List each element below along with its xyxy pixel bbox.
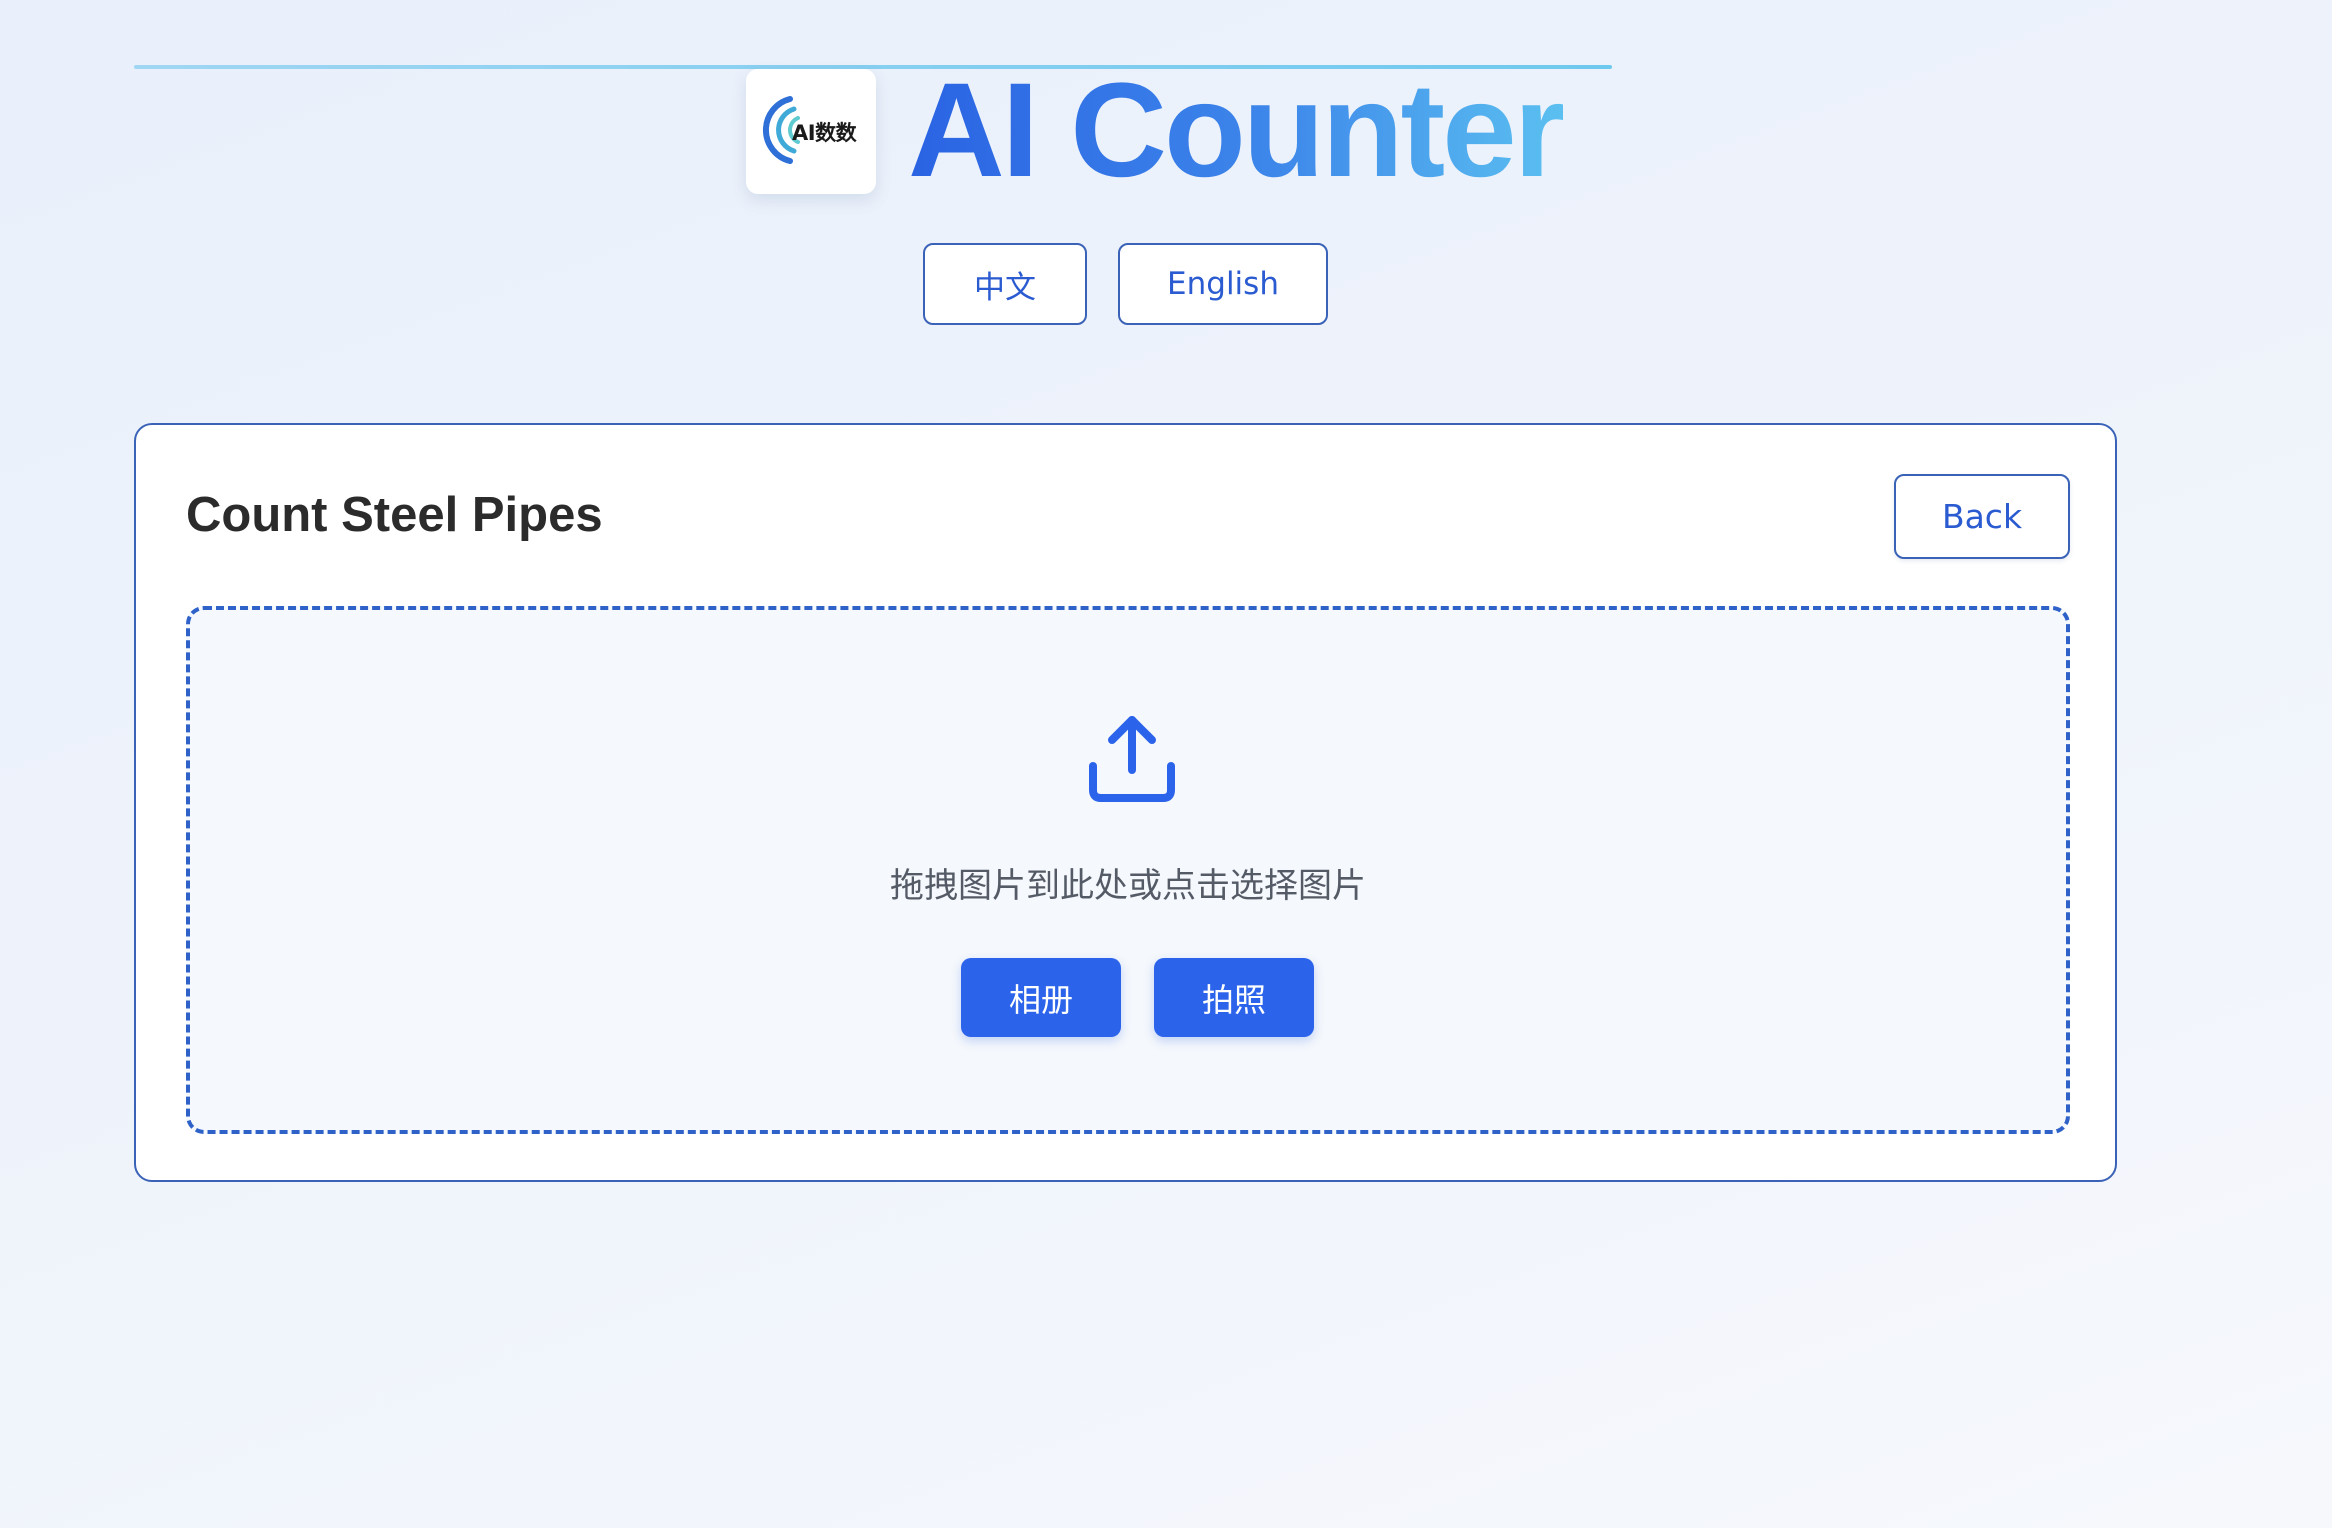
image-dropzone[interactable]: 拖拽图片到此处或点击选择图片 相册 拍照 (186, 606, 2070, 1134)
album-button[interactable]: 相册 (961, 958, 1121, 1037)
back-button[interactable]: Back (1894, 474, 2070, 559)
language-chinese-button[interactable]: 中文 (923, 243, 1087, 325)
upload-icon (1089, 716, 1175, 802)
take-photo-button[interactable]: 拍照 (1154, 958, 1314, 1037)
dropzone-hint: 拖拽图片到此处或点击选择图片 (890, 866, 1366, 906)
page-title: Count Steel Pipes (186, 488, 603, 542)
app-header: AI数数 AI Counter (746, 56, 1566, 205)
app-logo: AI数数 (746, 68, 876, 194)
app-title: AI Counter (908, 56, 1566, 205)
logo-text: AI数数 (792, 120, 857, 145)
count-card: Count Steel Pipes Back 拖拽图片到此处或点击选择图片 相册… (134, 423, 2117, 1182)
language-english-button[interactable]: English (1118, 243, 1328, 325)
